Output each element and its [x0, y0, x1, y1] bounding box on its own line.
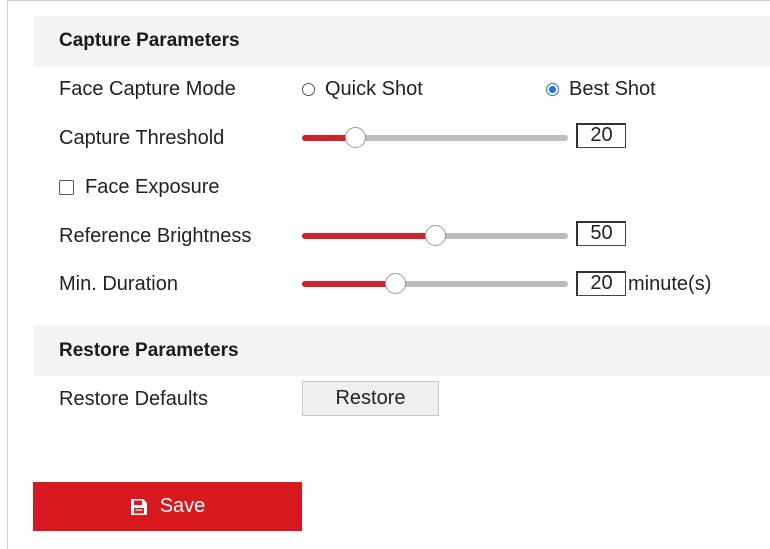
save-button[interactable]: Save: [33, 482, 302, 531]
restore-defaults-label: Restore Defaults: [59, 388, 208, 410]
reference-brightness-slider[interactable]: [302, 221, 568, 251]
face-exposure-label: Face Exposure: [85, 175, 220, 198]
min-duration-label: Min. Duration: [59, 273, 178, 295]
capture-threshold-slider[interactable]: [302, 123, 568, 153]
quick-shot-label: Quick Shot: [325, 77, 423, 100]
restore-parameters-header: Restore Parameters: [34, 326, 770, 376]
restore-button[interactable]: Restore: [302, 381, 439, 416]
restore-parameters-title: Restore Parameters: [59, 340, 239, 361]
capture-parameters-header: Capture Parameters: [34, 16, 770, 66]
min-duration-slider[interactable]: [302, 269, 568, 299]
restore-button-label: Restore: [335, 387, 406, 409]
slider-thumb[interactable]: [425, 225, 446, 246]
save-button-label: Save: [159, 495, 206, 517]
best-shot-radio[interactable]: [546, 82, 559, 96]
best-shot-radio-option[interactable]: Best Shot: [546, 74, 656, 104]
slider-thumb[interactable]: [345, 127, 367, 148]
reference-brightness-input[interactable]: 50: [576, 221, 626, 246]
quick-shot-radio-option[interactable]: Quick Shot: [302, 74, 423, 104]
quick-shot-radio[interactable]: [302, 82, 315, 96]
save-icon: [130, 498, 148, 516]
slider-fill: [302, 233, 435, 239]
capture-parameters-title: Capture Parameters: [59, 30, 240, 51]
slider-fill: [302, 281, 396, 287]
slider-thumb[interactable]: [385, 273, 407, 294]
capture-threshold-input[interactable]: 20: [576, 123, 626, 148]
face-capture-mode-label: Face Capture Mode: [59, 78, 236, 100]
min-duration-unit: minute(s): [628, 273, 712, 295]
best-shot-label: Best Shot: [569, 77, 656, 100]
face-exposure-checkbox[interactable]: [59, 179, 74, 195]
reference-brightness-label: Reference Brightness: [59, 225, 252, 247]
capture-threshold-label: Capture Threshold: [59, 127, 225, 149]
min-duration-input[interactable]: 20: [576, 271, 626, 296]
face-exposure-option[interactable]: Face Exposure: [59, 172, 220, 202]
